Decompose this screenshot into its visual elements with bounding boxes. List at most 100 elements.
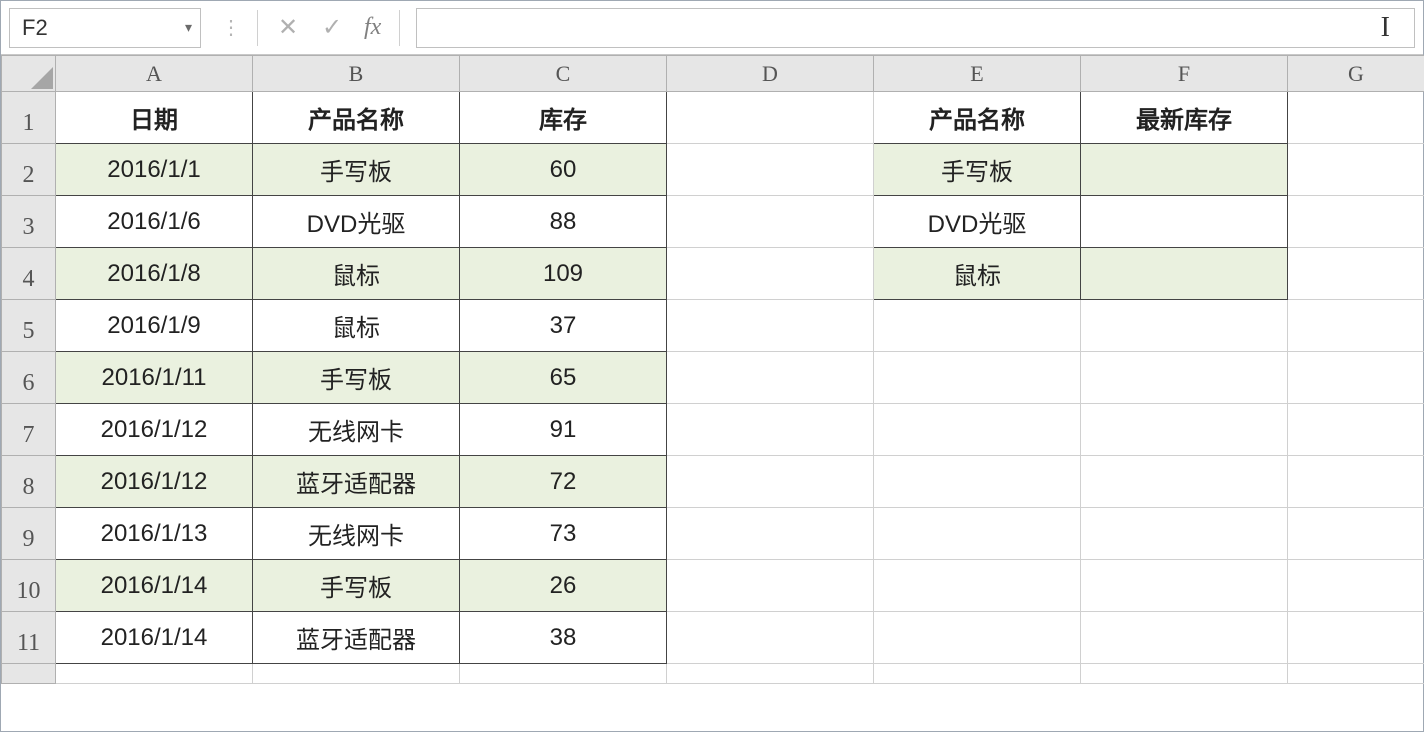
cell-E1[interactable]: 产品名称 (874, 92, 1081, 144)
row-header-10[interactable]: 10 (2, 560, 56, 612)
cell-A11[interactable]: 2016/1/14 (56, 612, 253, 664)
cell-B11[interactable]: 蓝牙适配器 (253, 612, 460, 664)
cell-A7[interactable]: 2016/1/12 (56, 404, 253, 456)
cell-B10[interactable]: 手写板 (253, 560, 460, 612)
cell-D11[interactable] (667, 612, 874, 664)
cell-F3[interactable] (1081, 196, 1288, 248)
cell-B5[interactable]: 鼠标 (253, 300, 460, 352)
name-box[interactable]: F2 ▾ (9, 8, 201, 48)
cell-D2[interactable] (667, 144, 874, 196)
cell-C9[interactable]: 73 (460, 508, 667, 560)
cell-D7[interactable] (667, 404, 874, 456)
cell-G11[interactable] (1288, 612, 1424, 664)
cell-F11[interactable] (1081, 612, 1288, 664)
cell-F8[interactable] (1081, 456, 1288, 508)
cell-G6[interactable] (1288, 352, 1424, 404)
cell-F4[interactable] (1081, 248, 1288, 300)
cell-G2[interactable] (1288, 144, 1424, 196)
cell-B9[interactable]: 无线网卡 (253, 508, 460, 560)
cell-D12[interactable] (667, 664, 874, 684)
cell-C12[interactable] (460, 664, 667, 684)
cell-C5[interactable]: 37 (460, 300, 667, 352)
cell-G10[interactable] (1288, 560, 1424, 612)
row-header-5[interactable]: 5 (2, 300, 56, 352)
row-header-7[interactable]: 7 (2, 404, 56, 456)
cell-F12[interactable] (1081, 664, 1288, 684)
row-header-4[interactable]: 4 (2, 248, 56, 300)
cell-D9[interactable] (667, 508, 874, 560)
cell-C7[interactable]: 91 (460, 404, 667, 456)
cell-G8[interactable] (1288, 456, 1424, 508)
column-header-G[interactable]: G (1288, 56, 1424, 92)
cell-C3[interactable]: 88 (460, 196, 667, 248)
cell-E10[interactable] (874, 560, 1081, 612)
cell-C2[interactable]: 60 (460, 144, 667, 196)
cell-A1[interactable]: 日期 (56, 92, 253, 144)
cell-E8[interactable] (874, 456, 1081, 508)
cell-A8[interactable]: 2016/1/12 (56, 456, 253, 508)
cell-E11[interactable] (874, 612, 1081, 664)
enter-icon[interactable]: ✓ (310, 8, 354, 48)
cell-E5[interactable] (874, 300, 1081, 352)
cell-C4[interactable]: 109 (460, 248, 667, 300)
cell-B4[interactable]: 鼠标 (253, 248, 460, 300)
cell-F9[interactable] (1081, 508, 1288, 560)
cell-G12[interactable] (1288, 664, 1424, 684)
cell-D10[interactable] (667, 560, 874, 612)
cell-G5[interactable] (1288, 300, 1424, 352)
cell-B3[interactable]: DVD光驱 (253, 196, 460, 248)
row-header-1[interactable]: 1 (2, 92, 56, 144)
cell-F2[interactable] (1081, 144, 1288, 196)
cell-E7[interactable] (874, 404, 1081, 456)
cell-B6[interactable]: 手写板 (253, 352, 460, 404)
cell-D3[interactable] (667, 196, 874, 248)
cell-B2[interactable]: 手写板 (253, 144, 460, 196)
cell-A10[interactable]: 2016/1/14 (56, 560, 253, 612)
cancel-icon[interactable]: ✕ (266, 8, 310, 48)
cell-G3[interactable] (1288, 196, 1424, 248)
cell-A9[interactable]: 2016/1/13 (56, 508, 253, 560)
cell-E3[interactable]: DVD光驱 (874, 196, 1081, 248)
row-header-12[interactable] (2, 664, 56, 684)
column-header-C[interactable]: C (460, 56, 667, 92)
column-header-A[interactable]: A (56, 56, 253, 92)
cell-G7[interactable] (1288, 404, 1424, 456)
row-header-2[interactable]: 2 (2, 144, 56, 196)
cell-G9[interactable] (1288, 508, 1424, 560)
cell-C8[interactable]: 72 (460, 456, 667, 508)
insert-function-icon[interactable]: fx (354, 14, 391, 41)
cell-C1[interactable]: 库存 (460, 92, 667, 144)
cell-E9[interactable] (874, 508, 1081, 560)
row-header-8[interactable]: 8 (2, 456, 56, 508)
cell-C11[interactable]: 38 (460, 612, 667, 664)
cell-A3[interactable]: 2016/1/6 (56, 196, 253, 248)
cell-F1[interactable]: 最新库存 (1081, 92, 1288, 144)
cell-B7[interactable]: 无线网卡 (253, 404, 460, 456)
cell-D6[interactable] (667, 352, 874, 404)
cell-F10[interactable] (1081, 560, 1288, 612)
cell-E2[interactable]: 手写板 (874, 144, 1081, 196)
cell-E6[interactable] (874, 352, 1081, 404)
cell-B12[interactable] (253, 664, 460, 684)
cell-D1[interactable] (667, 92, 874, 144)
select-all-corner[interactable] (2, 56, 56, 92)
cell-F7[interactable] (1081, 404, 1288, 456)
cell-A12[interactable] (56, 664, 253, 684)
cell-D8[interactable] (667, 456, 874, 508)
column-header-D[interactable]: D (667, 56, 874, 92)
cell-D5[interactable] (667, 300, 874, 352)
row-header-6[interactable]: 6 (2, 352, 56, 404)
cell-E12[interactable] (874, 664, 1081, 684)
cell-F5[interactable] (1081, 300, 1288, 352)
cell-B8[interactable]: 蓝牙适配器 (253, 456, 460, 508)
row-header-3[interactable]: 3 (2, 196, 56, 248)
column-header-F[interactable]: F (1081, 56, 1288, 92)
cell-C6[interactable]: 65 (460, 352, 667, 404)
column-header-B[interactable]: B (253, 56, 460, 92)
cell-A4[interactable]: 2016/1/8 (56, 248, 253, 300)
cell-A2[interactable]: 2016/1/1 (56, 144, 253, 196)
cell-F6[interactable] (1081, 352, 1288, 404)
cell-G4[interactable] (1288, 248, 1424, 300)
cell-B1[interactable]: 产品名称 (253, 92, 460, 144)
cell-E4[interactable]: 鼠标 (874, 248, 1081, 300)
